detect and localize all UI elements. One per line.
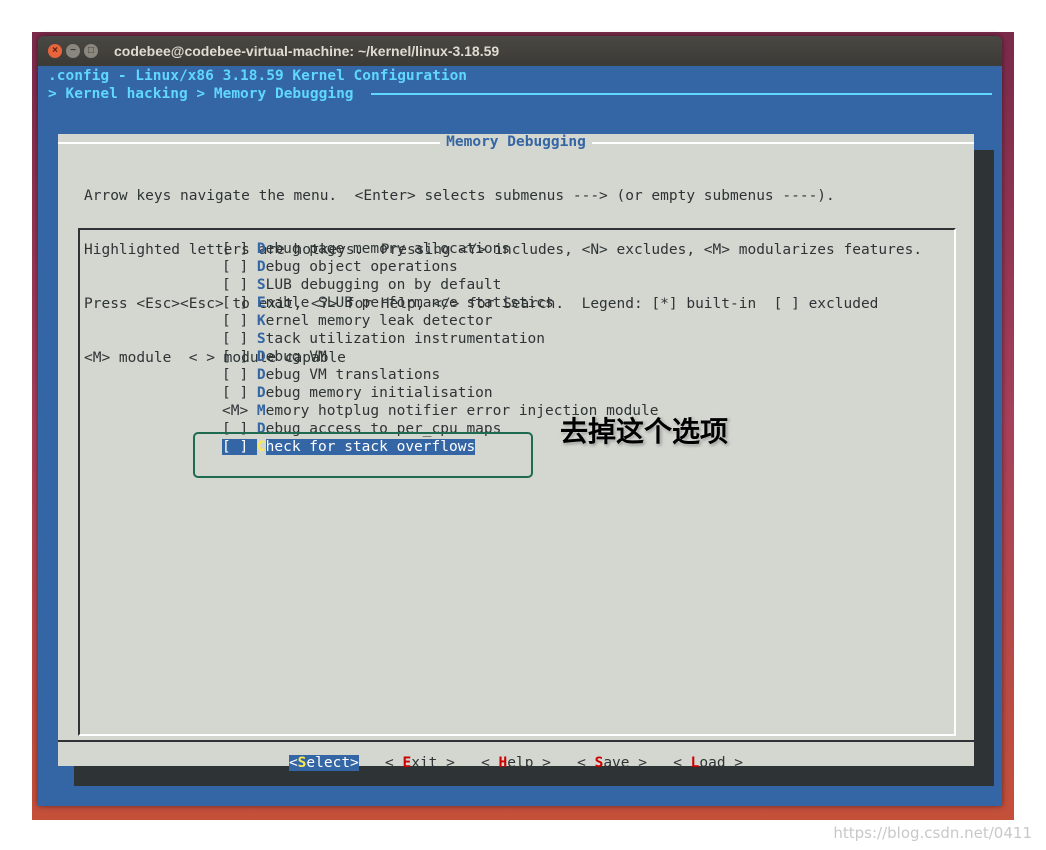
button-bracket: < (673, 755, 691, 771)
hotkey: D (256, 385, 266, 401)
menu-item-label: tack utilization instrumentation (265, 331, 546, 347)
menu-item-label: ebug memory initialisation (265, 385, 493, 401)
checkbox[interactable]: [ ] (222, 295, 257, 311)
menu-item-label: ebug VM translations (265, 367, 441, 383)
dialog-title: Memory Debugging (440, 134, 592, 150)
button-separator (58, 740, 974, 742)
menu-item-label: LUB debugging on by default (265, 277, 502, 293)
checkbox[interactable]: [ ] (222, 349, 257, 365)
button-bracket: < (577, 755, 595, 771)
menu-item-slub-debug-default[interactable]: [ ] SLUB debugging on by default (222, 276, 659, 294)
hotkey: D (256, 241, 266, 257)
menu-item-label: ernel memory leak detector (265, 313, 493, 329)
menu-item-label: ebug page memory allocations (265, 241, 511, 257)
menu-item-kmemleak[interactable]: [ ] Kernel memory leak detector (222, 312, 659, 330)
annotation-text: 去掉这个选项 (560, 415, 729, 448)
checkbox[interactable]: [ ] (222, 313, 257, 329)
checkbox[interactable]: [ ] (222, 259, 257, 275)
watermark: https://blog.csdn.net/0411 (833, 824, 1032, 842)
menu-list-box: [ ] Debug page memory allocations [ ] De… (78, 228, 956, 736)
load-button[interactable]: < Load > (673, 755, 743, 771)
menu-item-label: ebug VM (265, 349, 327, 365)
menu-item-debug-vm-translations[interactable]: [ ] Debug VM translations (222, 366, 659, 384)
hotkey: D (256, 367, 266, 383)
terminal-content[interactable]: .config - Linux/x86 3.18.59 Kernel Confi… (38, 66, 1002, 806)
button-label: oad > (699, 755, 744, 771)
hotkey: M (256, 403, 266, 419)
minimize-icon[interactable]: − (66, 44, 80, 58)
menu-item-debug-memory-init[interactable]: [ ] Debug memory initialisation (222, 384, 659, 402)
help-line: Arrow keys navigate the menu. <Enter> se… (84, 188, 835, 204)
button-label: elect> (306, 755, 359, 771)
checkbox[interactable]: [ ] (222, 331, 257, 347)
maximize-icon[interactable]: □ (84, 44, 98, 58)
terminal-window: × − □ codebee@codebee-virtual-machine: ~… (38, 36, 1002, 806)
checkbox[interactable]: [ ] (222, 367, 257, 383)
button-label: xit > (411, 755, 455, 771)
menuconfig-dialog: Memory Debugging Arrow keys navigate the… (58, 134, 974, 771)
help-button[interactable]: < Help > (481, 755, 551, 771)
window-title: codebee@codebee-virtual-machine: ~/kerne… (114, 43, 500, 59)
menu-item-stack-util[interactable]: [ ] Stack utilization instrumentation (222, 330, 659, 348)
hotkey: E (402, 755, 412, 771)
checkbox[interactable]: [ ] (222, 385, 257, 401)
menu-item-label: nable SLUB performance statistics (265, 295, 554, 311)
annotation-highlight-box (193, 432, 533, 478)
hotkey: E (256, 295, 266, 311)
checkbox[interactable]: [ ] (222, 241, 257, 257)
menu-item-debug-vm[interactable]: [ ] Debug VM (222, 348, 659, 366)
hotkey: S (256, 277, 266, 293)
close-icon[interactable]: × (48, 44, 62, 58)
button-label: elp > (507, 755, 551, 771)
menu-item-label: ebug object operations (265, 259, 458, 275)
hotkey: S (256, 331, 266, 347)
header-divider (371, 93, 992, 95)
module-selector[interactable]: <M> (222, 403, 257, 419)
hotkey: D (256, 349, 266, 365)
button-bar: <Select> < Exit > < Help > < Save > < Lo… (58, 754, 974, 772)
menu-item-slub-stats[interactable]: [ ] Enable SLUB performance statistics (222, 294, 659, 312)
breadcrumb: > Kernel hacking > Memory Debugging (48, 86, 354, 102)
hotkey: D (256, 259, 266, 275)
button-label: ave > (603, 755, 647, 771)
button-bracket: < (481, 755, 499, 771)
hotkey: K (256, 313, 266, 329)
menu-item-debug-object-ops[interactable]: [ ] Debug object operations (222, 258, 659, 276)
exit-button[interactable]: < Exit > (385, 755, 455, 771)
config-title: .config - Linux/x86 3.18.59 Kernel Confi… (48, 68, 468, 84)
window-titlebar: × − □ codebee@codebee-virtual-machine: ~… (38, 36, 1002, 66)
button-bracket: < (385, 755, 403, 771)
checkbox[interactable]: [ ] (222, 277, 257, 293)
menu-item-debug-page-alloc[interactable]: [ ] Debug page memory allocations (222, 240, 659, 258)
button-bracket: < (288, 755, 298, 771)
select-button[interactable]: <Select> (288, 755, 359, 771)
save-button[interactable]: < Save > (577, 755, 647, 771)
hotkey: H (498, 755, 508, 771)
